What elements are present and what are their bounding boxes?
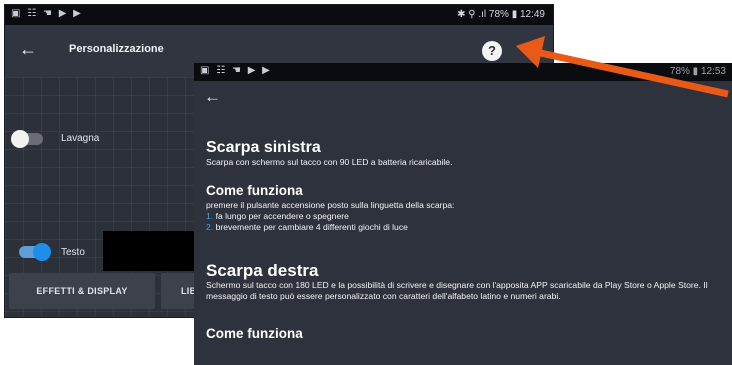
status-right: 78% ▮ 12:53 [669, 66, 726, 77]
list-number: 1. [206, 211, 214, 221]
how-it-works-title: Come funziona [206, 183, 303, 198]
list-item: 1. fa lungo per accendere o spegnere [206, 211, 349, 222]
back-arrow-icon[interactable]: ← [204, 87, 221, 107]
tab-effetti-display[interactable]: EFFETTI & DISPLAY [9, 273, 155, 309]
left-shoe-title: Scarpa sinistra [206, 139, 321, 156]
status-bar: ▣ ☷ ☚ ▶ ▶ 78% ▮ 12:53 [194, 63, 732, 81]
app-bar: ← [194, 81, 732, 115]
more-options-icon[interactable] [538, 41, 541, 57]
page-title: Personalizzazione [69, 43, 164, 55]
how-it-works-title-2: Come funziona [206, 326, 303, 341]
toggle-thumb [33, 243, 51, 261]
text-input[interactable] [103, 231, 203, 271]
testo-toggle[interactable] [19, 243, 51, 261]
list-number: 2. [206, 222, 214, 232]
notification-icons: ▣ ☷ ☚ ▶ ▶ [11, 8, 83, 19]
toggle-thumb [11, 130, 29, 148]
help-icon[interactable]: ? [482, 41, 502, 61]
list-item: 2. brevemente per cambiare 4 differenti … [206, 222, 408, 233]
status-bar: ▣ ☷ ☚ ▶ ▶ ✱ ⚲ .ıl 78% ▮ 12:49 [5, 5, 553, 25]
how-it-works-description: premere il pulsante accensione posto sul… [206, 200, 455, 210]
list-text: fa lungo per accendere o spegnere [215, 211, 349, 221]
right-shoe-title: Scarpa destra [206, 261, 319, 280]
front-screenshot: ▣ ☷ ☚ ▶ ▶ 78% ▮ 12:53 ← Scarpa sinistra … [194, 63, 732, 365]
lavagna-toggle[interactable] [11, 130, 43, 148]
testo-label: Testo [61, 247, 85, 258]
back-arrow-icon[interactable]: ← [19, 39, 37, 60]
status-right: ✱ ⚲ .ıl 78% ▮ 12:49 [457, 9, 545, 20]
list-text: brevemente per cambiare 4 differenti gio… [215, 222, 408, 232]
lavagna-label: Lavagna [61, 133, 100, 144]
left-shoe-description: Scarpa con schermo sul tacco con 90 LED … [206, 157, 453, 167]
notification-icons: ▣ ☷ ☚ ▶ ▶ [200, 65, 272, 76]
right-shoe-description: Schermo sul tacco con 180 LED e la possi… [206, 280, 708, 301]
